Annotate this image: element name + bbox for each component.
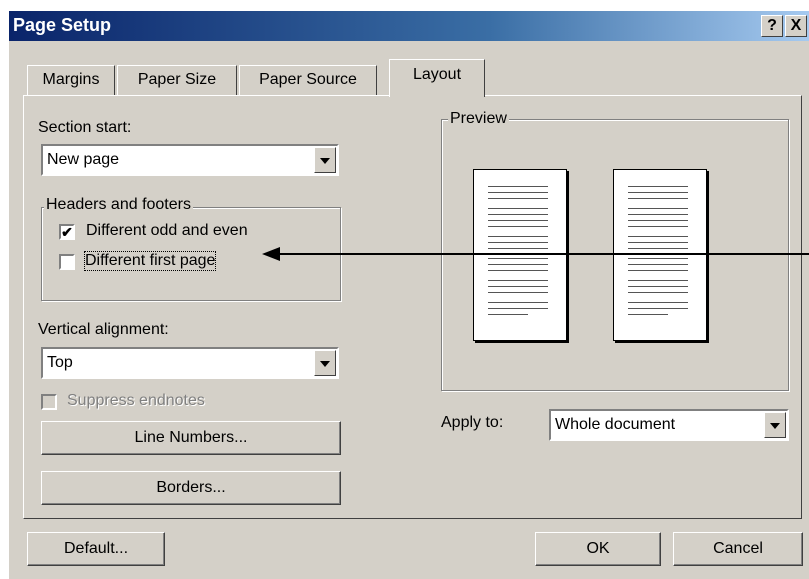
annotation-arrow-icon [262,247,809,261]
